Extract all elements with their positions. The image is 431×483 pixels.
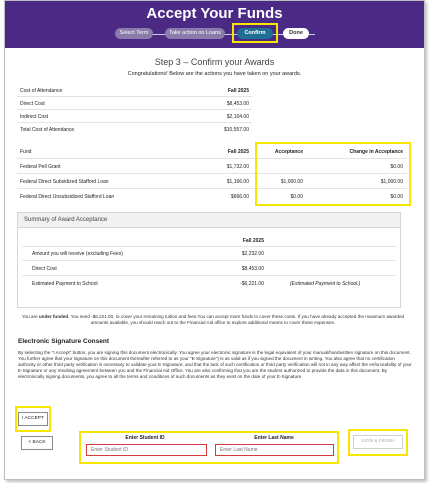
back-button[interactable]: < BACK — [21, 436, 53, 450]
student-id-input[interactable] — [86, 444, 207, 456]
fund-row-amount: $1,166.00 — [226, 179, 249, 185]
student-id-label: Enter Student ID — [125, 435, 165, 441]
divider — [17, 96, 252, 97]
confirm-step-highlight — [232, 23, 278, 43]
cost-header-term: Fall 2025 — [227, 88, 249, 94]
sign-finish-button[interactable]: SIGN & FINISH — [353, 435, 403, 449]
step-title: Step 3 – Confirm your Awards — [154, 57, 275, 67]
fund-row-name: Federal Direct Subsidized Stafford Loan — [20, 179, 109, 185]
congrats-message: Congratulations! Below are the actions y… — [127, 71, 302, 77]
summary-row-label: Estimated Payment to School — [32, 281, 98, 287]
cost-row-label: Total Cost of Attendance — [20, 127, 75, 133]
summary-term: Fall 2025 — [242, 238, 264, 244]
step-indicator: Select Term Take action on Loans Confirm… — [5, 27, 424, 41]
accept-button[interactable]: I ACCEPT — [18, 412, 48, 426]
funding-notice-text: . You need -$6,221.00, to cover your rem… — [68, 314, 405, 325]
divider — [22, 246, 396, 247]
consent-body: By selecting the "I Accept" button, you … — [18, 350, 412, 379]
summary-row-value: $8,453.00 — [241, 266, 264, 272]
summary-header: Summary of Award Acceptance — [18, 213, 400, 228]
page-header: Accept Your Funds Select Term Take actio… — [5, 1, 424, 48]
summary-title: Summary of Award Acceptance — [24, 217, 108, 223]
step-done[interactable]: Done — [283, 28, 309, 39]
app-frame: Accept Your Funds Select Term Take actio… — [4, 0, 425, 480]
fund-row-amount: $666.00 — [230, 194, 249, 200]
funding-notice-prefix: You are — [21, 314, 39, 319]
cost-row-value: $8,453.00 — [226, 101, 249, 107]
cost-row-value: $2,104.00 — [226, 114, 249, 120]
summary-row-value: -$6,221.00 — [240, 281, 264, 287]
last-name-label: Enter Last Name — [254, 435, 294, 441]
fund-row-amount: $1,732.00 — [226, 164, 249, 170]
fund-header: Fund — [20, 149, 32, 155]
cost-header-label: Cost of Attendance — [20, 88, 63, 94]
summary-row-note: (Estimated Payment to School.) — [290, 281, 361, 287]
summary-row-label: Direct Cost — [32, 266, 57, 272]
summary-panel: Summary of Award Acceptance Fall 2025 Am… — [17, 212, 401, 308]
fund-header-term: Fall 2025 — [227, 149, 249, 155]
funding-status: under funded — [38, 314, 69, 319]
divider — [22, 260, 396, 261]
last-name-input[interactable] — [215, 444, 334, 456]
divider — [17, 109, 252, 110]
acceptance-highlight — [255, 142, 411, 206]
fund-row-name: Federal Direct Unsubsidized Stafford Loa… — [20, 194, 115, 200]
step-select-term[interactable]: Select Term — [115, 28, 153, 39]
cost-row-label: Direct Cost — [20, 101, 45, 107]
fund-row-name: Federal Pell Grant — [20, 164, 61, 170]
cost-row-label: Indirect Cost — [20, 114, 49, 120]
step-take-action-on-loans[interactable]: Take action on Loans — [165, 28, 225, 39]
funding-notice: You are under funded. You need -$6,221.0… — [17, 314, 409, 326]
divider — [17, 122, 252, 123]
summary-row-value: $2,232.00 — [241, 251, 264, 257]
consent-heading: Electronic Signature Consent — [18, 338, 110, 345]
page-title: Accept Your Funds — [146, 5, 283, 22]
summary-row-label: Amount you will receive (excluding Fees) — [32, 251, 123, 257]
cost-row-value: $10,557.00 — [223, 127, 249, 133]
divider — [22, 275, 396, 276]
